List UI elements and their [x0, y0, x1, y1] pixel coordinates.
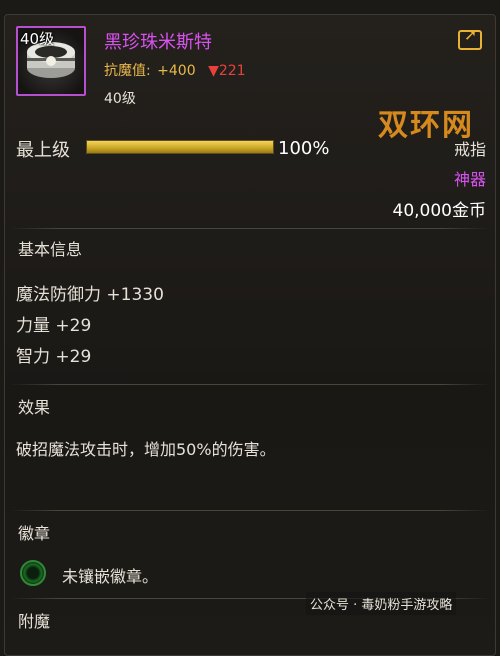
- stat-intelligence: 智力 +29: [16, 347, 92, 367]
- divider: [10, 228, 490, 229]
- divider: [10, 384, 490, 385]
- grade-progress-fill: [87, 141, 273, 153]
- item-rarity: 神器: [453, 170, 486, 189]
- stat-strength: 力量 +29: [16, 316, 92, 336]
- item-price: 40,000金币: [392, 201, 486, 221]
- grade-percent: 100%: [278, 138, 330, 159]
- item-level-tag: 40级: [20, 30, 55, 48]
- emblem-slot-icon[interactable]: [20, 560, 46, 586]
- emblem-empty-text: 未镶嵌徽章。: [62, 567, 159, 586]
- emblem-title: 徽章: [18, 524, 51, 543]
- item-type: 戒指: [453, 140, 486, 159]
- effect-text: 破招魔法攻击时，增加50%的伤害。: [16, 440, 276, 459]
- basic-info-title: 基本信息: [18, 240, 83, 259]
- magic-resist-row: 抗魔值: +400 ▼221: [104, 60, 246, 80]
- magic-resist-decrease: ▼221: [208, 63, 246, 79]
- footer-watermark: 公众号 · 毒奶粉手游攻略: [306, 592, 457, 615]
- magic-resist-value: +400: [157, 63, 196, 79]
- divider: [10, 510, 490, 511]
- stat-magic-defense: 魔法防御力 +1330: [16, 285, 164, 305]
- item-name: 黑珍珠米斯特: [104, 32, 212, 53]
- grade-progress-bar: [86, 140, 274, 154]
- enchant-title: 附魔: [18, 612, 51, 631]
- required-level: 40级: [104, 91, 136, 107]
- grade-label: 最上级: [16, 140, 70, 161]
- effect-title: 效果: [18, 398, 51, 417]
- magic-resist-label: 抗魔值:: [104, 63, 151, 79]
- share-icon[interactable]: [458, 25, 482, 50]
